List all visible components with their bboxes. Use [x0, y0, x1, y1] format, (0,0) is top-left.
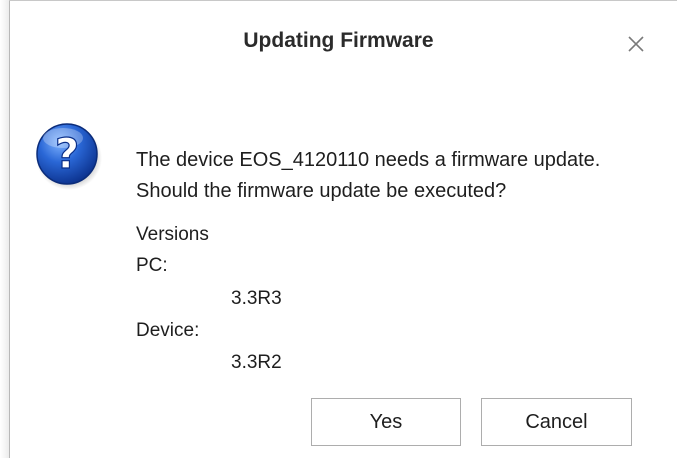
svg-text:?: ? [55, 129, 79, 178]
dialog-title: Updating Firmware [243, 29, 434, 52]
dialog-message: The device EOS_4120110 needs a firmware … [136, 145, 600, 207]
message-line-1: The device EOS_4120110 needs a firmware … [136, 149, 601, 171]
device-version-value: 3.3R2 [231, 352, 282, 373]
message-line-2: Should the firmware update be executed? [136, 180, 507, 202]
cancel-button[interactable]: Cancel [481, 398, 632, 446]
window-border-top [9, 0, 677, 1]
pc-version-value: 3.3R3 [231, 288, 282, 309]
versions-header: Versions [136, 224, 209, 245]
window-border [9, 0, 10, 458]
window-shadow [0, 0, 9, 458]
device-version-label: Device: [136, 320, 200, 341]
close-button[interactable] [620, 28, 652, 60]
yes-button[interactable]: Yes [311, 398, 461, 446]
yes-button-label: Yes [369, 410, 403, 433]
question-icon: ? [33, 120, 103, 190]
cancel-button-label: Cancel [525, 410, 588, 433]
pc-version-label: PC: [136, 255, 168, 276]
close-icon [628, 36, 644, 52]
firmware-update-dialog: Updating Firmware ? The device EOS_41201… [0, 0, 677, 458]
